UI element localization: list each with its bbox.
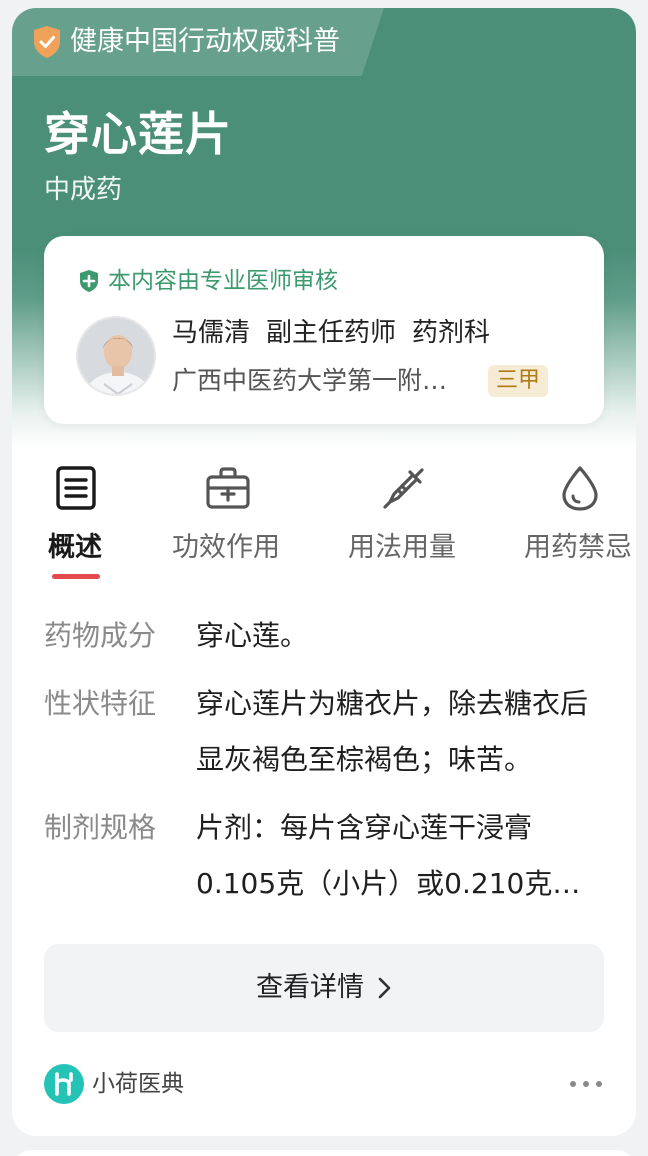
brand-logo-icon	[44, 1064, 84, 1104]
drug-card: 健康中国行动权威科普 穿心莲片 中成药 本内容由专业医师审核 马儒清 副主任药师…	[12, 8, 636, 1136]
doctor-department: 药剂科	[412, 318, 491, 348]
view-details-label: 查看详情	[256, 972, 364, 1003]
doctor-title: 副主任药师	[266, 318, 397, 348]
card-footer: 小荷医典	[12, 1060, 636, 1116]
doctor-portrait-icon	[78, 318, 154, 394]
chevron-right-icon	[378, 977, 391, 999]
doctor-review-card[interactable]: 本内容由专业医师审核 马儒清 副主任药师 药剂科 广西中医药大学第一附… 三甲	[44, 236, 604, 424]
tab-contraindications[interactable]: 用药禁忌	[524, 448, 636, 588]
brand-name: 小荷医典	[92, 1071, 184, 1097]
next-card	[12, 1150, 636, 1156]
info-key: 性状特征	[44, 687, 157, 720]
info-value: 穿心莲。	[196, 619, 309, 652]
review-notice: 本内容由专业医师审核	[108, 268, 338, 294]
info-key: 制剂规格	[44, 811, 157, 844]
hospital-grade-badge: 三甲	[488, 365, 549, 397]
shield-plus-icon	[80, 270, 98, 292]
tab-dosage-label: 用法用量	[348, 532, 456, 563]
info-value: 穿心莲片为糖衣片，除去糖衣后显灰褐色至棕褐色；味苦。	[196, 687, 588, 776]
info-key: 药物成分	[44, 619, 157, 652]
drop-icon	[562, 466, 598, 511]
hospital-info: 广西中医药大学第一附… 三甲	[172, 362, 549, 400]
info-row-appearance: 性状特征 穿心莲片为糖衣片，除去糖衣后显灰褐色至棕褐色；味苦。	[44, 676, 604, 788]
syringe-icon	[383, 468, 424, 509]
hero-header: 健康中国行动权威科普 穿心莲片 中成药 本内容由专业医师审核 马儒清 副主任药师…	[12, 8, 636, 448]
info-row-specification: 制剂规格 片剂：每片含穿心莲干浸膏0.105克（小片）或0.210克（大片）。	[44, 800, 604, 912]
section-tabs: 概述 功效作用 用法用量 用药禁忌	[12, 448, 636, 588]
doctor-avatar[interactable]	[76, 316, 156, 396]
tab-contraindications-label: 用药禁忌	[524, 532, 632, 563]
doctor-info: 马儒清 副主任药师 药剂科	[172, 314, 506, 352]
medical-kit-icon	[206, 467, 250, 509]
drug-category: 中成药	[44, 175, 123, 205]
document-icon	[56, 466, 96, 510]
tab-efficacy-label: 功效作用	[172, 532, 280, 563]
active-tab-indicator	[52, 574, 100, 579]
info-row-ingredients: 药物成分 穿心莲。	[44, 608, 604, 664]
info-value: 片剂：每片含穿心莲干浸膏0.105克（小片）或0.210克（大片）。	[196, 811, 553, 900]
tab-dosage[interactable]: 用法用量	[348, 448, 498, 588]
view-details-button[interactable]: 查看详情	[44, 944, 604, 1032]
hospital-name: 广西中医药大学第一附…	[172, 366, 448, 395]
drug-title: 穿心莲片	[44, 107, 232, 161]
authority-badge-text: 健康中国行动权威科普	[70, 26, 340, 57]
shield-check-icon	[34, 26, 60, 58]
more-options-icon[interactable]	[568, 1074, 604, 1094]
doctor-name: 马儒清	[172, 318, 251, 348]
tab-efficacy[interactable]: 功效作用	[172, 448, 322, 588]
